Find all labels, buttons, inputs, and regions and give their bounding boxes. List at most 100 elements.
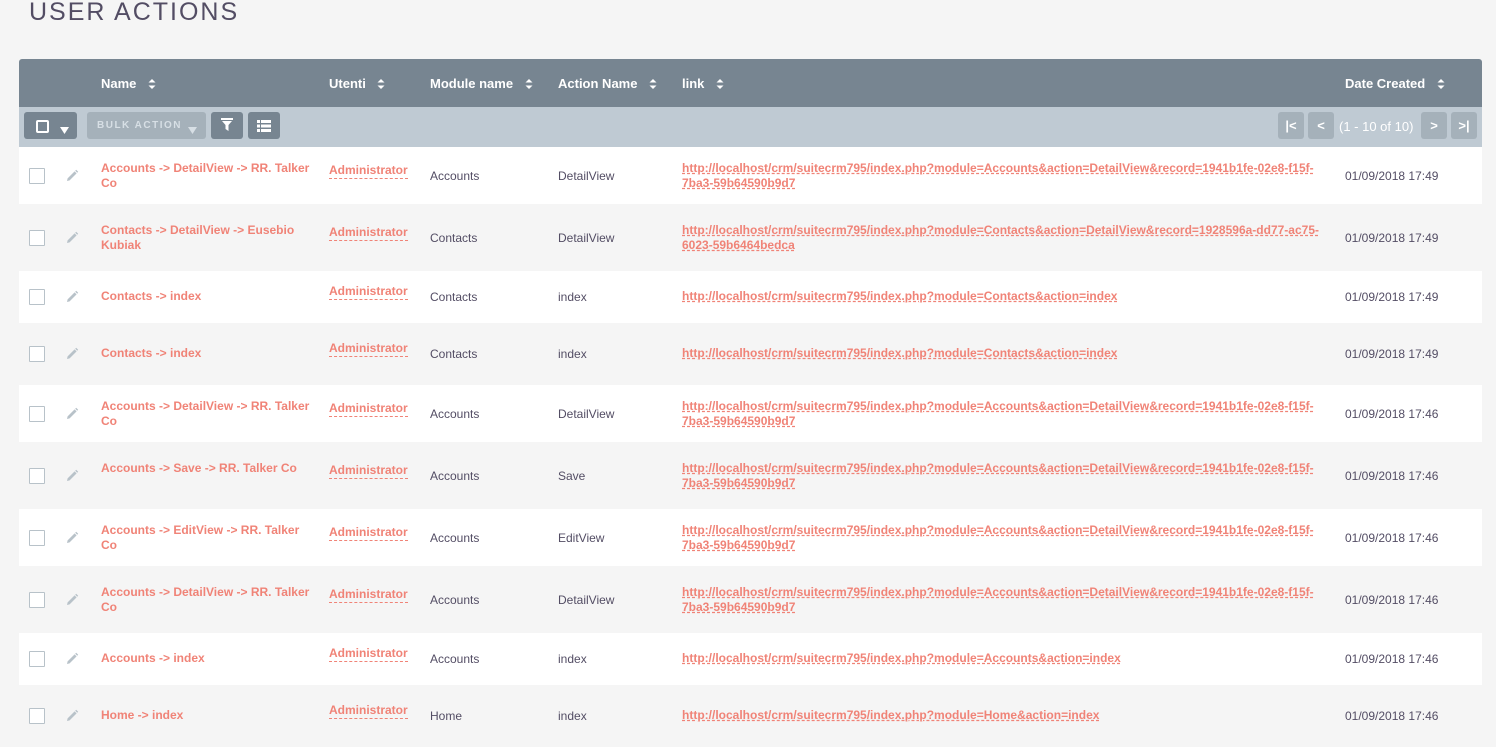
- row-checkbox[interactable]: [29, 708, 45, 724]
- row-checkbox[interactable]: [29, 346, 45, 362]
- row-user-link[interactable]: Administrator: [329, 587, 408, 603]
- column-header-name[interactable]: Name: [101, 76, 156, 91]
- row-url-line: http://localhost/crm/suitecrm795/index.p…: [682, 346, 1118, 360]
- row-name-link[interactable]: Home -> index: [101, 708, 316, 723]
- row-url-link[interactable]: http://localhost/crm/suitecrm795/index.p…: [682, 399, 1322, 429]
- row-url-link[interactable]: http://localhost/crm/suitecrm795/index.p…: [682, 708, 1322, 723]
- row-checkbox[interactable]: [29, 651, 45, 667]
- row-name-link[interactable]: Accounts -> index: [101, 651, 316, 666]
- sort-icon[interactable]: [377, 78, 385, 90]
- column-chooser-icon: [257, 119, 271, 137]
- row-url-link[interactable]: http://localhost/crm/suitecrm795/index.p…: [682, 289, 1322, 304]
- row-name-link[interactable]: Accounts -> EditView -> RR. Talker Co: [101, 523, 316, 553]
- row-checkbox[interactable]: [29, 230, 45, 246]
- select-all-dropdown[interactable]: [24, 112, 77, 139]
- column-header-action[interactable]: Action Name: [558, 76, 657, 91]
- row-module: Contacts: [430, 290, 478, 304]
- page-title: USER ACTIONS: [29, 0, 240, 26]
- pencil-icon[interactable]: [65, 407, 79, 424]
- row-url-link[interactable]: http://localhost/crm/suitecrm795/index.p…: [682, 346, 1322, 361]
- pencil-icon[interactable]: [65, 531, 79, 548]
- pager-first-button[interactable]: |<: [1278, 112, 1304, 139]
- row-url-link[interactable]: http://localhost/crm/suitecrm795/index.p…: [682, 223, 1322, 253]
- pencil-icon[interactable]: [65, 652, 79, 669]
- column-header-module[interactable]: Module name: [430, 76, 533, 91]
- row-url-line: http://localhost/crm/suitecrm795/index.p…: [682, 523, 1314, 537]
- column-header-link[interactable]: link: [682, 76, 724, 91]
- pager-next-button[interactable]: >: [1421, 112, 1447, 139]
- row-name-link[interactable]: Contacts -> DetailView -> Eusebio Kubiak: [101, 223, 316, 253]
- row-user-link[interactable]: Administrator: [329, 163, 408, 179]
- row-date: 01/09/2018 17:49: [1345, 231, 1439, 245]
- row-name-link[interactable]: Accounts -> Save -> RR. Talker Co: [101, 461, 316, 476]
- row-name-line: Co: [101, 600, 117, 614]
- row-action: DetailView: [558, 231, 615, 245]
- row-name-link[interactable]: Accounts -> DetailView -> RR. Talker Co: [101, 585, 316, 615]
- row-date: 01/09/2018 17:46: [1345, 652, 1439, 666]
- row-url-line: http://localhost/crm/suitecrm795/index.p…: [682, 161, 1314, 175]
- bulk-action-button[interactable]: BULK ACTION: [87, 112, 206, 139]
- row-name-link[interactable]: Accounts -> DetailView -> RR. Talker Co: [101, 161, 316, 191]
- sort-icon[interactable]: [649, 78, 657, 90]
- row-user-link[interactable]: Administrator: [329, 225, 408, 241]
- sort-icon[interactable]: [525, 78, 533, 90]
- sort-icon[interactable]: [148, 78, 156, 90]
- column-header-label: Module name: [430, 76, 514, 91]
- pencil-icon[interactable]: [65, 169, 79, 186]
- chevron-down-icon: [60, 122, 69, 140]
- pencil-icon[interactable]: [65, 709, 79, 726]
- row-url-link[interactable]: http://localhost/crm/suitecrm795/index.p…: [682, 585, 1322, 615]
- filter-button[interactable]: [211, 112, 243, 139]
- row-url-link[interactable]: http://localhost/crm/suitecrm795/index.p…: [682, 161, 1322, 191]
- row-name-link[interactable]: Accounts -> DetailView -> RR. Talker Co: [101, 399, 316, 429]
- row-checkbox[interactable]: [29, 592, 45, 608]
- filter-icon: [221, 118, 233, 137]
- row-user-link[interactable]: Administrator: [329, 401, 408, 417]
- row-date: 01/09/2018 17:46: [1345, 531, 1439, 545]
- pencil-icon[interactable]: [65, 231, 79, 248]
- table-row: Accounts -> DetailView -> RR. Talker Co Ad…: [19, 147, 1482, 209]
- row-name-line: Contacts -> index: [101, 289, 202, 303]
- row-name-link[interactable]: Contacts -> index: [101, 346, 316, 361]
- row-user-link[interactable]: Administrator: [329, 646, 408, 662]
- row-action: index: [558, 652, 587, 666]
- pencil-icon[interactable]: [65, 347, 79, 364]
- table-row: Home -> index Administrator Home index http:…: [19, 690, 1482, 747]
- sort-icon[interactable]: [1437, 78, 1445, 90]
- row-user-link[interactable]: Administrator: [329, 703, 408, 719]
- row-name-link[interactable]: Contacts -> index: [101, 289, 316, 304]
- row-checkbox[interactable]: [29, 168, 45, 184]
- row-user-cell: Administrator: [329, 525, 408, 541]
- row-url-link[interactable]: http://localhost/crm/suitecrm795/index.p…: [682, 651, 1322, 666]
- row-name-line: Co: [101, 414, 117, 428]
- sort-icon[interactable]: [716, 78, 724, 90]
- row-checkbox[interactable]: [29, 406, 45, 422]
- pencil-icon[interactable]: [65, 290, 79, 307]
- column-chooser-button[interactable]: [248, 112, 280, 139]
- column-header-date[interactable]: Date Created: [1345, 76, 1445, 91]
- row-checkbox[interactable]: [29, 468, 45, 484]
- row-url-link[interactable]: http://localhost/crm/suitecrm795/index.p…: [682, 461, 1322, 491]
- row-name-line: Kubiak: [101, 238, 142, 252]
- pencil-icon[interactable]: [65, 593, 79, 610]
- row-url-link[interactable]: http://localhost/crm/suitecrm795/index.p…: [682, 523, 1322, 553]
- row-url-line: http://localhost/crm/suitecrm795/index.p…: [682, 585, 1314, 599]
- column-header-user[interactable]: Utenti: [329, 76, 385, 91]
- pager-last-button[interactable]: >|: [1451, 112, 1477, 139]
- pencil-icon[interactable]: [65, 469, 79, 486]
- row-user-link[interactable]: Administrator: [329, 463, 408, 479]
- row-action: index: [558, 290, 587, 304]
- row-checkbox[interactable]: [29, 289, 45, 305]
- bulk-action-label: BULK ACTION: [97, 120, 183, 131]
- row-user-link[interactable]: Administrator: [329, 525, 408, 541]
- row-url-line: http://localhost/crm/suitecrm795/index.p…: [682, 289, 1118, 303]
- row-action: DetailView: [558, 593, 615, 607]
- row-checkbox[interactable]: [29, 530, 45, 546]
- row-user-link[interactable]: Administrator: [329, 341, 408, 357]
- pager-prev-button[interactable]: <: [1308, 112, 1334, 139]
- row-user-cell: Administrator: [329, 703, 408, 719]
- row-user-cell: Administrator: [329, 341, 408, 357]
- list-toolbar: BULK ACTION |< < (1 - 10 of 10) > >|: [19, 107, 1482, 147]
- row-user-link[interactable]: Administrator: [329, 284, 408, 300]
- table-row: Accounts -> DetailView -> RR. Talker Co Ad…: [19, 571, 1482, 633]
